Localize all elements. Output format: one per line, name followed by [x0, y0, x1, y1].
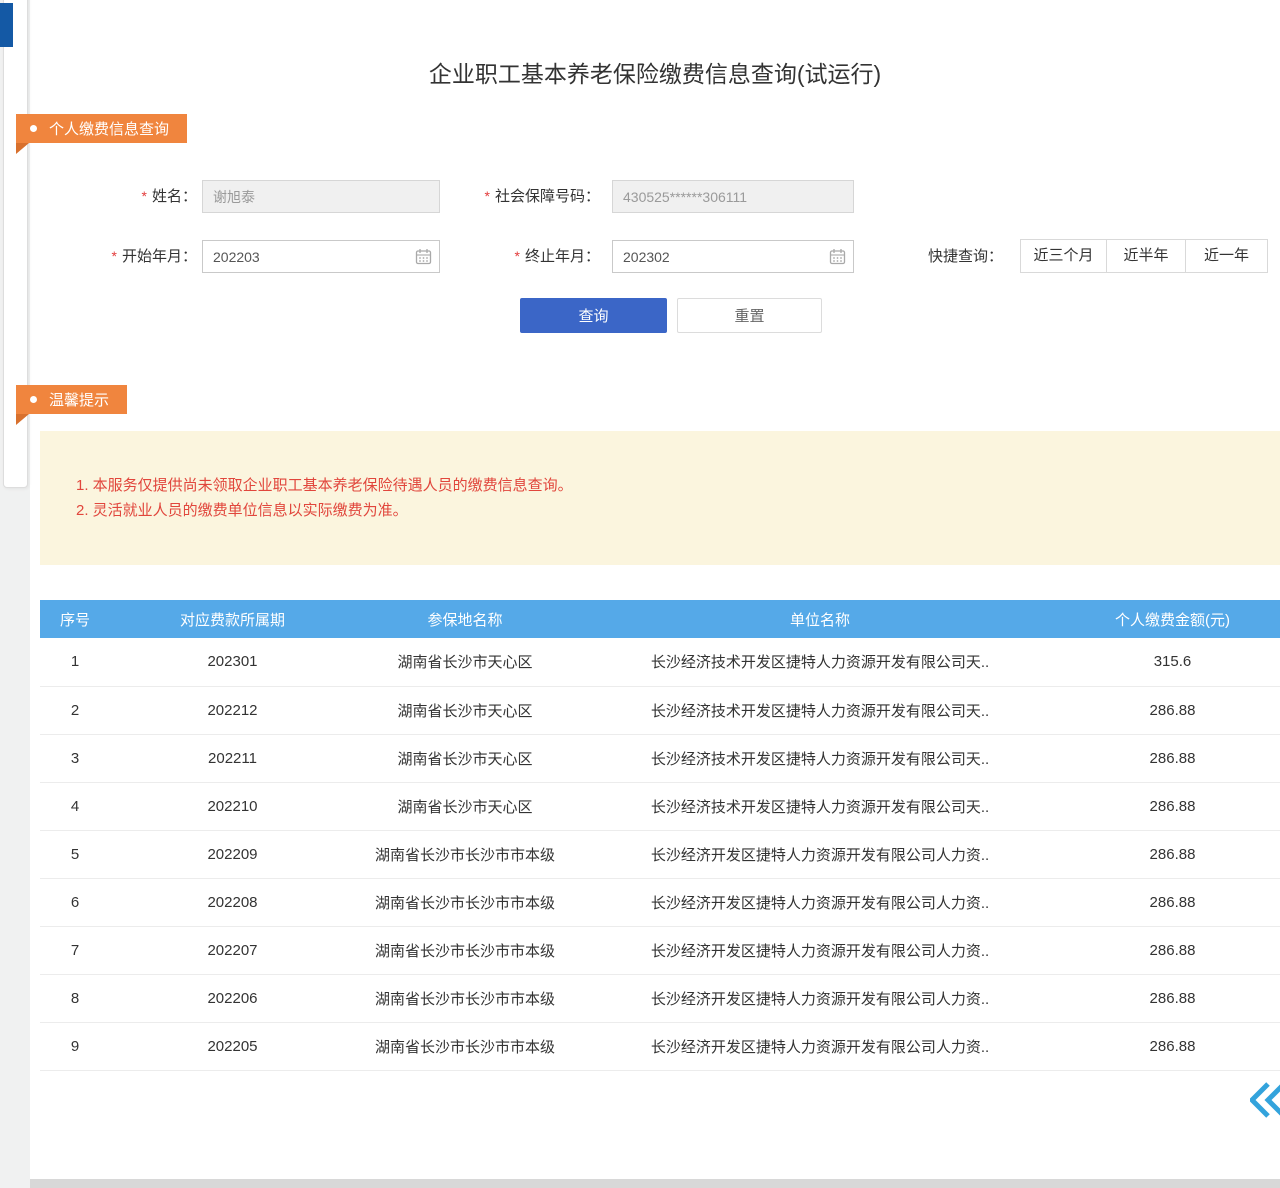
required-mark: *: [485, 188, 490, 204]
table-cell: 长沙经济技术开发区捷特人力资源开发有限公司天..: [575, 734, 1065, 782]
table-cell: 286.88: [1065, 878, 1280, 926]
section-badge-query: 个人缴费信息查询: [16, 114, 187, 143]
table-cell: 8: [40, 974, 110, 1022]
table-row: 6202208湖南省长沙市长沙市市本级长沙经济开发区捷特人力资源开发有限公司人力…: [40, 878, 1280, 926]
payment-table-header: 序号 对应费款所属期 参保地名称 单位名称 个人缴费金额(元): [40, 600, 1280, 638]
table-cell: 2: [40, 686, 110, 734]
table-cell: 湖南省长沙市天心区: [355, 734, 575, 782]
table-cell: 长沙经济技术开发区捷特人力资源开发有限公司天..: [575, 686, 1065, 734]
table-cell: 286.88: [1065, 974, 1280, 1022]
tips-notice-box: 1. 本服务仅提供尚未领取企业职工基本养老保险待遇人员的缴费信息查询。 2. 灵…: [40, 431, 1280, 565]
table-cell: 286.88: [1065, 830, 1280, 878]
table-row: 4202210湖南省长沙市天心区长沙经济技术开发区捷特人力资源开发有限公司天..…: [40, 782, 1280, 830]
table-cell: 湖南省长沙市天心区: [355, 782, 575, 830]
table-cell: 202301: [110, 638, 355, 686]
table-cell: 286.88: [1065, 782, 1280, 830]
section-badge-tips: 温馨提示: [16, 385, 127, 414]
table-cell: 湖南省长沙市长沙市市本级: [355, 1022, 575, 1070]
required-mark: *: [142, 188, 147, 204]
bullet-dot-icon: [30, 125, 37, 132]
table-cell: 202206: [110, 974, 355, 1022]
side-panel-tab[interactable]: [0, 3, 13, 47]
table-cell: 长沙经济开发区捷特人力资源开发有限公司人力资..: [575, 926, 1065, 974]
section-badge-tips-label: 温馨提示: [49, 389, 109, 410]
table-cell: 长沙经济开发区捷特人力资源开发有限公司人力资..: [575, 830, 1065, 878]
end-month-picker[interactable]: [612, 240, 854, 273]
table-cell: 202211: [110, 734, 355, 782]
end-month-label: *终止年月：: [430, 240, 600, 272]
name-label: *姓名：: [60, 180, 197, 212]
table-cell: 286.88: [1065, 734, 1280, 782]
calendar-icon[interactable]: [829, 248, 846, 265]
table-row: 2202212湖南省长沙市天心区长沙经济技术开发区捷特人力资源开发有限公司天..…: [40, 686, 1280, 734]
table-cell: 202209: [110, 830, 355, 878]
header-insured-place: 参保地名称: [355, 600, 575, 638]
table-cell: 202210: [110, 782, 355, 830]
ssn-field: [612, 180, 854, 213]
table-row: 9202205湖南省长沙市长沙市市本级长沙经济开发区捷特人力资源开发有限公司人力…: [40, 1022, 1280, 1070]
table-cell: 长沙经济开发区捷特人力资源开发有限公司人力资..: [575, 974, 1065, 1022]
table-cell: 286.88: [1065, 926, 1280, 974]
table-cell: 315.6: [1065, 638, 1280, 686]
ribbon-fold: [16, 414, 29, 425]
page-title: 企业职工基本养老保险缴费信息查询(试运行): [30, 55, 1280, 89]
bullet-dot-icon: [30, 396, 37, 403]
table-cell: 长沙经济技术开发区捷特人力资源开发有限公司天..: [575, 638, 1065, 686]
table-cell: 202205: [110, 1022, 355, 1070]
table-cell: 湖南省长沙市天心区: [355, 638, 575, 686]
table-cell: 202208: [110, 878, 355, 926]
table-cell: 长沙经济技术开发区捷特人力资源开发有限公司天..: [575, 782, 1065, 830]
ribbon-fold: [16, 143, 29, 154]
table-cell: 4: [40, 782, 110, 830]
table-cell: 6: [40, 878, 110, 926]
table-cell: 202207: [110, 926, 355, 974]
name-field: [202, 180, 440, 213]
reset-button[interactable]: 重置: [677, 298, 822, 333]
header-amount: 个人缴费金额(元): [1065, 600, 1280, 638]
table-row: 7202207湖南省长沙市长沙市市本级长沙经济开发区捷特人力资源开发有限公司人力…: [40, 926, 1280, 974]
start-month-input[interactable]: [202, 240, 440, 273]
header-serial: 序号: [40, 600, 110, 638]
table-cell: 湖南省长沙市长沙市市本级: [355, 878, 575, 926]
table-cell: 5: [40, 830, 110, 878]
table-cell: 湖南省长沙市长沙市市本级: [355, 974, 575, 1022]
table-cell: 长沙经济开发区捷特人力资源开发有限公司人力资..: [575, 878, 1065, 926]
start-month-picker[interactable]: [202, 240, 440, 273]
payment-table: 序号 对应费款所属期 参保地名称 单位名称 个人缴费金额(元) 1202301湖…: [40, 600, 1280, 1071]
table-cell: 286.88: [1065, 1022, 1280, 1070]
required-mark: *: [112, 248, 117, 264]
quick-query-halfyear[interactable]: 近半年: [1106, 239, 1186, 273]
table-cell: 202212: [110, 686, 355, 734]
table-cell: 286.88: [1065, 686, 1280, 734]
quick-query-label: 快捷查询：: [928, 240, 1003, 273]
bottom-divider: [30, 1179, 1280, 1188]
table-row: 8202206湖南省长沙市长沙市市本级长沙经济开发区捷特人力资源开发有限公司人力…: [40, 974, 1280, 1022]
header-unit-name: 单位名称: [575, 600, 1065, 638]
end-month-input[interactable]: [612, 240, 854, 273]
table-row: 1202301湖南省长沙市天心区长沙经济技术开发区捷特人力资源开发有限公司天..…: [40, 638, 1280, 686]
table-row: 3202211湖南省长沙市天心区长沙经济技术开发区捷特人力资源开发有限公司天..…: [40, 734, 1280, 782]
tips-line-1: 1. 本服务仅提供尚未领取企业职工基本养老保险待遇人员的缴费信息查询。: [40, 431, 1280, 498]
table-cell: 9: [40, 1022, 110, 1070]
table-cell: 湖南省长沙市天心区: [355, 686, 575, 734]
table-row: 5202209湖南省长沙市长沙市市本级长沙经济开发区捷特人力资源开发有限公司人力…: [40, 830, 1280, 878]
payment-table-body: 1202301湖南省长沙市天心区长沙经济技术开发区捷特人力资源开发有限公司天..…: [40, 638, 1280, 1070]
required-mark: *: [515, 248, 520, 264]
table-cell: 湖南省长沙市长沙市市本级: [355, 926, 575, 974]
start-month-label: *开始年月：: [60, 240, 197, 272]
chevron-double-left-icon[interactable]: [1250, 1080, 1280, 1120]
header-period: 对应费款所属期: [110, 600, 355, 638]
table-cell: 1: [40, 638, 110, 686]
table-cell: 3: [40, 734, 110, 782]
ssn-label: *社会保障号码：: [430, 180, 600, 212]
table-cell: 湖南省长沙市长沙市市本级: [355, 830, 575, 878]
table-cell: 7: [40, 926, 110, 974]
query-button[interactable]: 查询: [520, 298, 667, 333]
quick-query-year[interactable]: 近一年: [1185, 239, 1268, 273]
quick-query-3months[interactable]: 近三个月: [1020, 239, 1107, 273]
table-cell: 长沙经济开发区捷特人力资源开发有限公司人力资..: [575, 1022, 1065, 1070]
section-badge-query-label: 个人缴费信息查询: [49, 118, 169, 139]
tips-line-2: 2. 灵活就业人员的缴费单位信息以实际缴费为准。: [40, 498, 1280, 523]
